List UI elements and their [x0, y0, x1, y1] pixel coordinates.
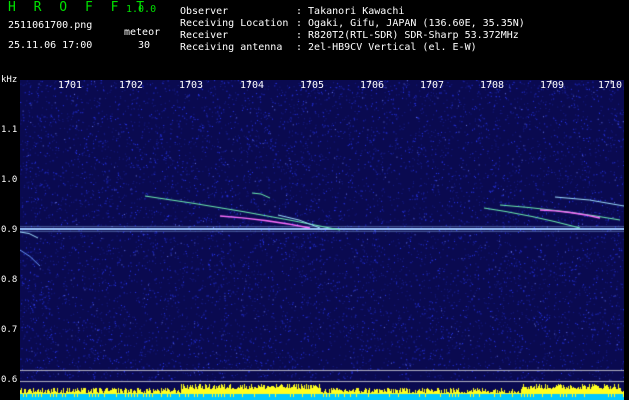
- x-tick-label: 1703: [179, 80, 204, 91]
- x-tick-label: 1702: [119, 80, 144, 91]
- y-axis: kHz 1.1 1.0 0.9 0.8 0.7 0.6: [0, 74, 20, 400]
- x-tick-label: 1705: [300, 80, 325, 91]
- y-tick-label: 0.8: [1, 275, 18, 285]
- file-name: 2511061700.png: [8, 20, 93, 31]
- x-tick-label: 1707: [420, 80, 445, 91]
- station-label-antenna: Receiving antenna: [180, 42, 283, 53]
- y-tick-label: 0.6: [1, 375, 18, 385]
- y-tick-label: 1.0: [1, 175, 18, 185]
- y-tick-label: 1.1: [1, 125, 18, 135]
- file-datetime: 25.11.06 17:00: [8, 40, 93, 51]
- station-value-receiver: : R820T2(RTL-SDR) SDR-Sharp 53.372MHz: [296, 30, 519, 41]
- x-tick-label: 1706: [360, 80, 385, 91]
- station-value-antenna: : 2el-HB9CV Vertical (el. E-W): [296, 42, 477, 53]
- x-tick-label: 1709: [540, 80, 565, 91]
- meteor-label: meteor: [124, 27, 161, 38]
- x-tick-label: 1708: [480, 80, 505, 91]
- y-tick-label: 0.7: [1, 325, 18, 335]
- station-label-receiver: Receiver: [180, 30, 229, 41]
- x-tick-label: 1701: [58, 80, 83, 91]
- station-label-location: Receiving Location: [180, 18, 289, 29]
- y-axis-unit: kHz: [1, 75, 18, 85]
- meteor-count: 30: [138, 40, 151, 51]
- header-panel: H R O F F T 1.0.0 2511061700.png 25.11.0…: [0, 0, 629, 74]
- app-version: 1.0.0: [126, 4, 157, 15]
- x-tick-label: 1704: [240, 80, 265, 91]
- station-value-location: : Ogaki, Gifu, JAPAN (136.60E, 35.35N): [296, 18, 525, 29]
- x-tick-label: 1710: [598, 80, 623, 91]
- station-label-observer: Observer: [180, 6, 229, 17]
- spectrogram-canvas: [20, 80, 624, 400]
- station-value-observer: : Takanori Kawachi: [296, 6, 405, 17]
- y-tick-label: 0.9: [1, 225, 18, 235]
